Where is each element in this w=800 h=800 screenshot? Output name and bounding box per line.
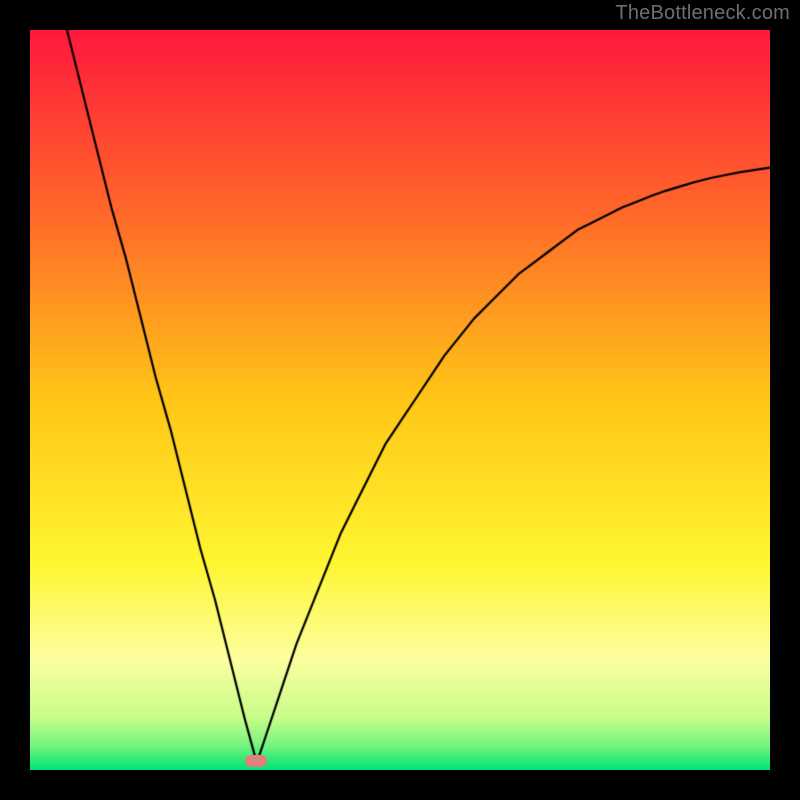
bottleneck-curve	[30, 30, 770, 770]
chart-container: TheBottleneck.com	[0, 0, 800, 800]
watermark-label: TheBottleneck.com	[615, 2, 790, 25]
plot-area	[30, 30, 770, 770]
optimal-point-marker	[245, 755, 267, 767]
